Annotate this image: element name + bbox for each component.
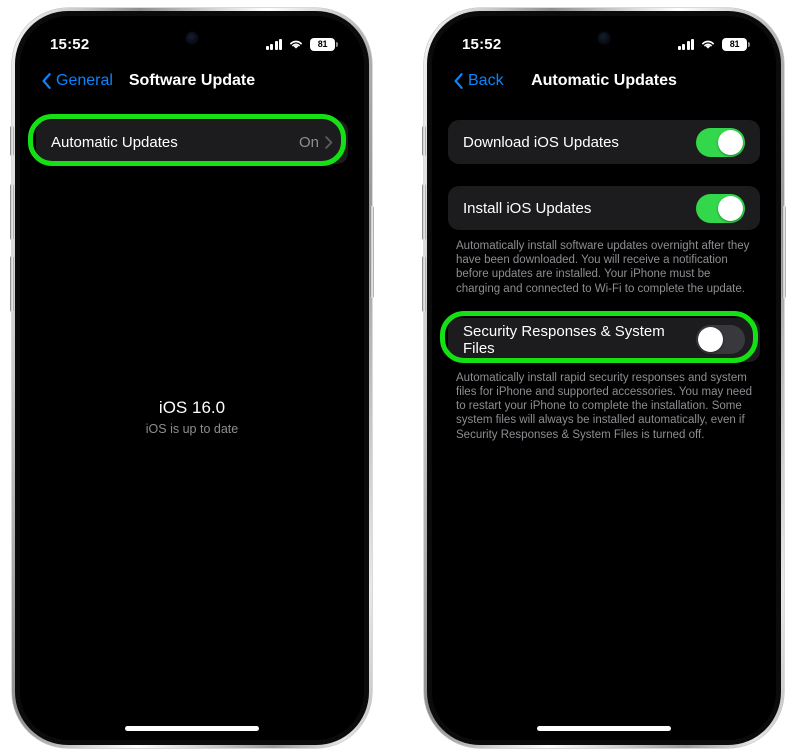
- status-bar-time: 15:52: [50, 35, 90, 53]
- cellular-signal-icon: [265, 38, 282, 50]
- content-automatic-updates: Download iOS Updates Install iOS Updates: [432, 102, 776, 740]
- row-label-install-ios-updates: Install iOS Updates: [463, 199, 592, 217]
- battery-indicator: 81: [722, 37, 750, 51]
- status-bar-indicators: 81: [677, 37, 750, 51]
- screen-automatic-updates: 15:52 81 Back Automatic Updates Download…: [432, 16, 776, 740]
- update-status-block: iOS 16.0 iOS is up to date: [20, 398, 364, 436]
- row-accessory-automatic-updates: On: [299, 134, 333, 151]
- cellular-signal-icon: [677, 38, 694, 50]
- power-button[interactable]: [370, 206, 374, 298]
- page-title-software-update: Software Update: [128, 72, 256, 89]
- navigation-bar-left: General Software Update: [20, 60, 364, 102]
- row-automatic-updates[interactable]: Automatic Updates On: [36, 120, 348, 164]
- row-download-ios-updates[interactable]: Download iOS Updates: [448, 120, 760, 164]
- toggle-install-ios-updates[interactable]: [696, 193, 745, 223]
- ios-status-subtitle: iOS is up to date: [145, 422, 239, 436]
- battery-indicator: 81: [310, 37, 338, 51]
- status-bar-indicators: 81: [265, 37, 338, 51]
- home-indicator[interactable]: [537, 726, 671, 731]
- volume-down-button[interactable]: [10, 256, 14, 312]
- wifi-icon: [702, 40, 714, 49]
- mute-switch-button[interactable]: [422, 126, 426, 156]
- mute-switch-button[interactable]: [10, 126, 14, 156]
- wifi-icon: [290, 40, 302, 49]
- volume-up-button[interactable]: [422, 184, 426, 240]
- volume-up-button[interactable]: [10, 184, 14, 240]
- row-label-download-ios-updates: Download iOS Updates: [463, 133, 619, 151]
- front-camera-icon: [186, 32, 198, 44]
- row-value-automatic-updates: On: [298, 133, 319, 151]
- device-bezel-left: 15:52 81 General Software Update Automat…: [15, 11, 369, 745]
- battery-percent-label: 81: [729, 38, 740, 49]
- device-bezel-right: 15:52 81 Back Automatic Updates Download…: [427, 11, 781, 745]
- screen-software-update: 15:52 81 General Software Update Automat…: [20, 16, 364, 740]
- footer-security-responses-system-files: Automatically install rapid security res…: [456, 371, 752, 441]
- row-label-automatic-updates: Automatic Updates: [51, 133, 178, 151]
- navigation-bar-right: Back Automatic Updates: [432, 60, 776, 102]
- front-camera-icon: [598, 32, 610, 44]
- dynamic-island: [138, 25, 246, 51]
- iphone-device-right: 15:52 81 Back Automatic Updates Download…: [422, 8, 786, 748]
- content-software-update: Automatic Updates On iOS 16.0 iOS is up …: [20, 102, 364, 740]
- home-indicator[interactable]: [125, 726, 259, 731]
- row-security-responses-system-files[interactable]: Security Responses & System Files: [448, 317, 760, 362]
- volume-down-button[interactable]: [422, 256, 426, 312]
- toggle-security-responses-system-files[interactable]: [696, 325, 745, 355]
- ios-version-label: iOS 16.0: [158, 398, 226, 417]
- toggle-knob: [698, 327, 723, 353]
- battery-percent-label: 81: [317, 38, 328, 49]
- status-bar-time: 15:52: [462, 35, 502, 53]
- row-label-security-responses-system-files: Security Responses & System Files: [463, 322, 665, 357]
- toggle-download-ios-updates[interactable]: [696, 127, 745, 157]
- row-install-ios-updates[interactable]: Install iOS Updates: [448, 186, 760, 230]
- toggle-knob: [718, 195, 743, 221]
- power-button[interactable]: [782, 206, 786, 298]
- footer-install-ios-updates: Automatically install software updates o…: [456, 240, 750, 295]
- screenshot-stage: 15:52 81 General Software Update Automat…: [0, 0, 800, 755]
- chevron-right-icon: [325, 135, 333, 149]
- toggle-knob: [718, 129, 743, 155]
- iphone-device-left: 15:52 81 General Software Update Automat…: [10, 8, 374, 748]
- page-title-automatic-updates: Automatic Updates: [531, 72, 677, 89]
- dynamic-island: [550, 25, 658, 51]
